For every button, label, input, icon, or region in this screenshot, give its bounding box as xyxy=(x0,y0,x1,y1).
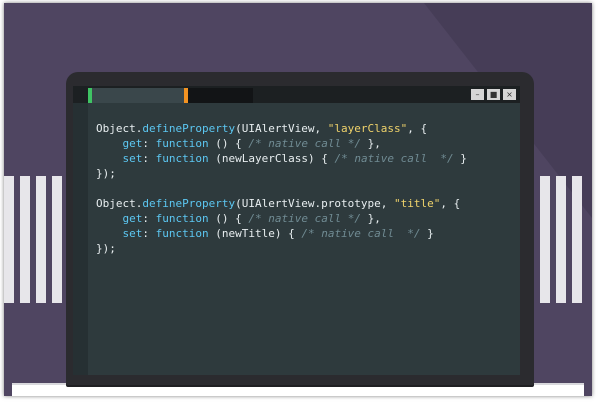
stripe xyxy=(556,176,566,303)
code-token: function xyxy=(155,152,209,165)
code-token: get xyxy=(122,212,143,225)
code-line: get: function () { /* native call */ }, xyxy=(96,211,467,226)
code-line: set: function (newLayerClass) { /* nativ… xyxy=(96,151,467,166)
editor-titlebar: – ■ × xyxy=(73,86,520,103)
stripe xyxy=(20,176,30,303)
code-token: /* native call */ xyxy=(248,212,361,225)
code-token: } xyxy=(453,152,467,165)
left-stripes xyxy=(4,176,62,303)
code-token: Object. xyxy=(96,197,143,210)
code-token: /* native call */ xyxy=(334,152,454,165)
code-token: (UIAlertView, xyxy=(235,122,328,135)
code-token: defineProperty xyxy=(142,122,236,135)
close-button[interactable]: × xyxy=(503,89,516,100)
stripe xyxy=(540,176,550,303)
code-token: } xyxy=(420,227,434,240)
stripe xyxy=(4,176,14,303)
code-line: }); xyxy=(96,241,467,256)
code-token: }, xyxy=(360,137,381,150)
code-token: : xyxy=(142,227,156,240)
code-token: }); xyxy=(96,242,116,255)
right-stripes xyxy=(540,176,582,303)
code-token: : xyxy=(142,212,156,225)
stripe xyxy=(572,176,582,303)
code-token: get xyxy=(122,137,143,150)
code-token: set xyxy=(122,227,143,240)
code-line: Object.defineProperty(UIAlertView, "laye… xyxy=(96,121,467,136)
code-block[interactable]: Object.defineProperty(UIAlertView, "laye… xyxy=(96,121,467,256)
code-token: , { xyxy=(407,122,428,135)
code-token: (newLayerClass) { xyxy=(208,152,335,165)
editor-gutter xyxy=(73,103,88,375)
code-token: set xyxy=(122,152,143,165)
code-token: "title" xyxy=(394,197,441,210)
code-token: function xyxy=(155,137,209,150)
code-token: : xyxy=(142,137,156,150)
stripe xyxy=(36,176,46,303)
code-token: () { xyxy=(208,137,249,150)
code-token: /* native call */ xyxy=(248,137,361,150)
code-token: function xyxy=(155,227,209,240)
code-line: get: function () { /* native call */ }, xyxy=(96,136,467,151)
code-line: }); xyxy=(96,166,467,181)
code-token: /* native call */ xyxy=(301,227,421,240)
code-token: function xyxy=(155,212,209,225)
code-token: (UIAlertView.prototype, xyxy=(235,197,395,210)
code-token: "layerClass" xyxy=(327,122,408,135)
stripe xyxy=(52,176,62,303)
code-token: defineProperty xyxy=(142,197,236,210)
tab-strip xyxy=(188,88,253,103)
code-token: Object. xyxy=(96,122,143,135)
editor-screen: – ■ × Object.defineProperty(UIAlertView, "… xyxy=(73,86,520,375)
editor-tab[interactable] xyxy=(88,88,188,103)
code-token: () { xyxy=(208,212,249,225)
window-controls: – ■ × xyxy=(471,89,516,100)
minimize-button[interactable]: – xyxy=(471,89,484,100)
code-token: }, xyxy=(360,212,381,225)
code-line: set: function (newTitle) { /* native cal… xyxy=(96,226,467,241)
code-token: , { xyxy=(440,197,461,210)
code-token: : xyxy=(142,152,156,165)
code-line: Object.defineProperty(UIAlertView.protot… xyxy=(96,196,467,211)
code-token: (newTitle) { xyxy=(208,227,302,240)
tab-marker-green xyxy=(88,88,92,103)
code-token: }); xyxy=(96,167,116,180)
maximize-button[interactable]: ■ xyxy=(487,89,500,100)
